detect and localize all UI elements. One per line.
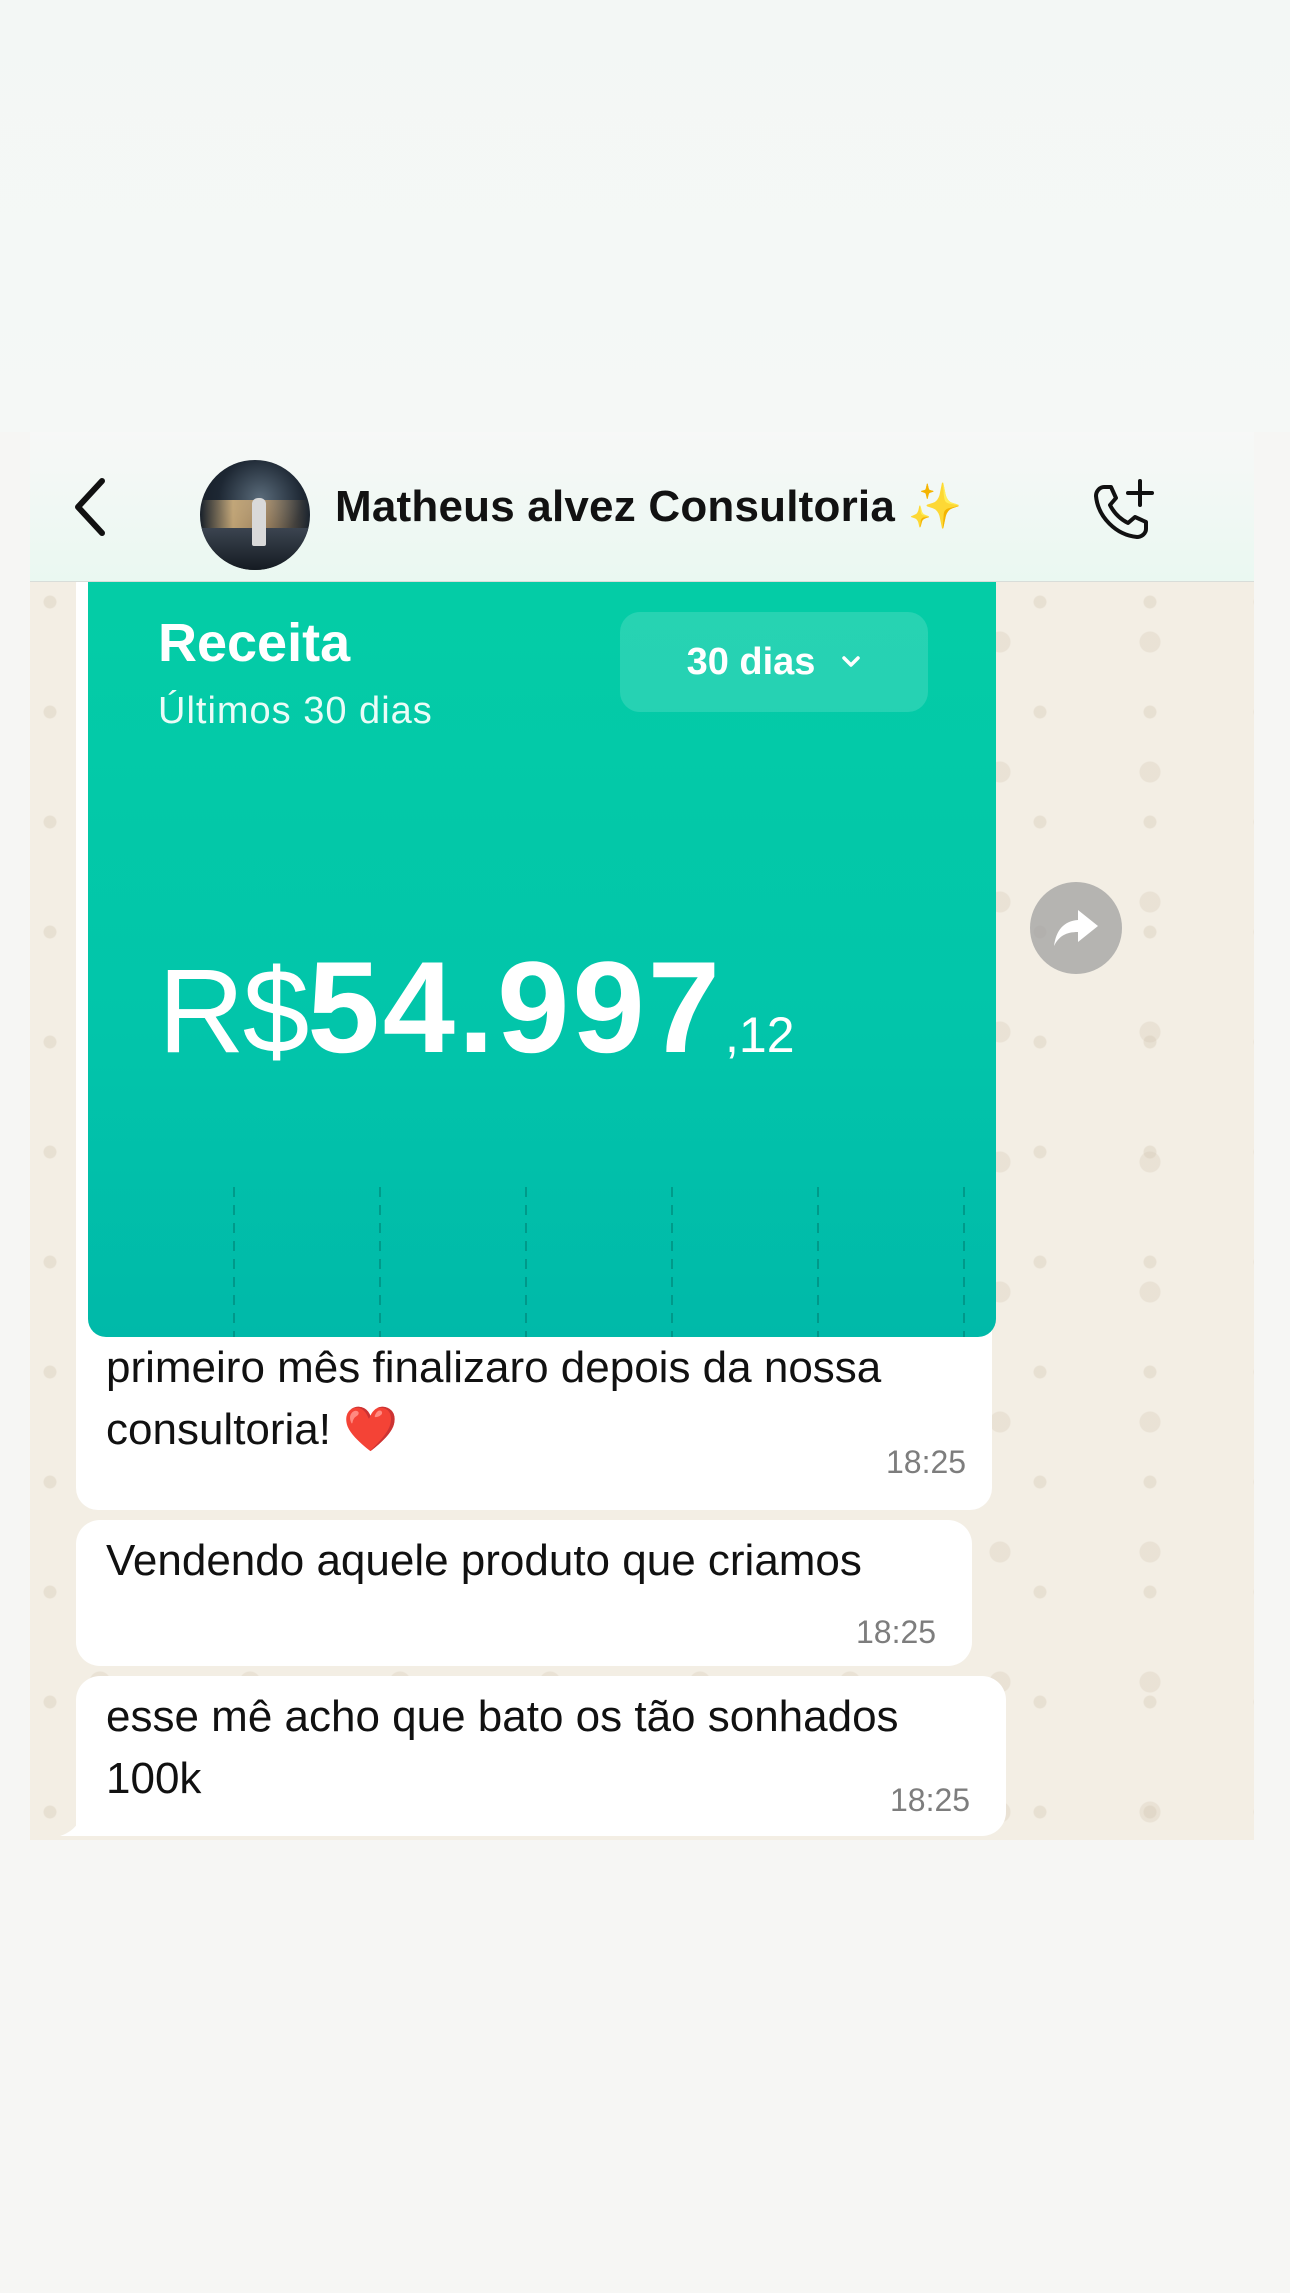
period-dropdown[interactable]: 30 dias bbox=[620, 612, 928, 712]
message-bubble[interactable]: Vendendo aquele produto que criamos 18:2… bbox=[76, 1520, 972, 1666]
amount-cents: ,12 bbox=[725, 1007, 795, 1063]
revenue-amount: R$ 54.997 ,12 bbox=[158, 932, 795, 1080]
chart-gridlines bbox=[233, 1187, 965, 1337]
back-button[interactable] bbox=[60, 477, 120, 537]
card-subtitle: Últimos 30 dias bbox=[158, 690, 433, 732]
amount-integer: 54.997 bbox=[307, 934, 724, 1080]
revenue-card-image[interactable]: Receita Últimos 30 dias 30 dias R$ 54.99… bbox=[88, 562, 996, 1337]
top-blank-area bbox=[0, 0, 1290, 432]
chat-area[interactable]: Receita Últimos 30 dias 30 dias R$ 54.99… bbox=[30, 562, 1254, 1840]
chat-title[interactable]: Matheus alvez Consultoria ✨ bbox=[335, 480, 963, 531]
message-text: Vendendo aquele produto que criamos bbox=[106, 1536, 862, 1585]
image-message[interactable]: Receita Últimos 30 dias 30 dias R$ 54.99… bbox=[76, 562, 996, 1510]
add-call-button[interactable] bbox=[1090, 477, 1160, 543]
message-time: 18:25 bbox=[890, 1782, 971, 1818]
forward-button[interactable] bbox=[1030, 882, 1122, 974]
image-caption: primeiro mês finalizaro depois da nossa … bbox=[106, 1343, 882, 1454]
period-label: 30 dias bbox=[686, 640, 816, 683]
message-text: esse mê acho que bato os tão sonhados 10… bbox=[106, 1692, 899, 1803]
card-title: Receita bbox=[158, 613, 351, 673]
chevron-down-icon bbox=[842, 656, 861, 667]
bubble-tail bbox=[60, 1812, 90, 1836]
forward-arrow-icon bbox=[1054, 910, 1098, 946]
avatar[interactable] bbox=[200, 460, 310, 570]
message-bubble[interactable]: esse mê acho que bato os tão sonhados 10… bbox=[60, 1676, 1006, 1836]
contact-name: Matheus alvez Consultoria bbox=[335, 482, 896, 531]
chevron-left-icon bbox=[75, 478, 105, 536]
chat-header: Matheus alvez Consultoria ✨ bbox=[30, 432, 1254, 582]
message-time: 18:25 bbox=[856, 1614, 937, 1650]
message-time: 18:25 bbox=[886, 1444, 967, 1480]
currency-symbol: R$ bbox=[158, 944, 309, 1078]
phone-plus-icon bbox=[1094, 479, 1154, 539]
chat-screenshot: Matheus alvez Consultoria ✨ Receita Últi… bbox=[30, 432, 1254, 1840]
sparkles-emoji: ✨ bbox=[907, 482, 963, 531]
